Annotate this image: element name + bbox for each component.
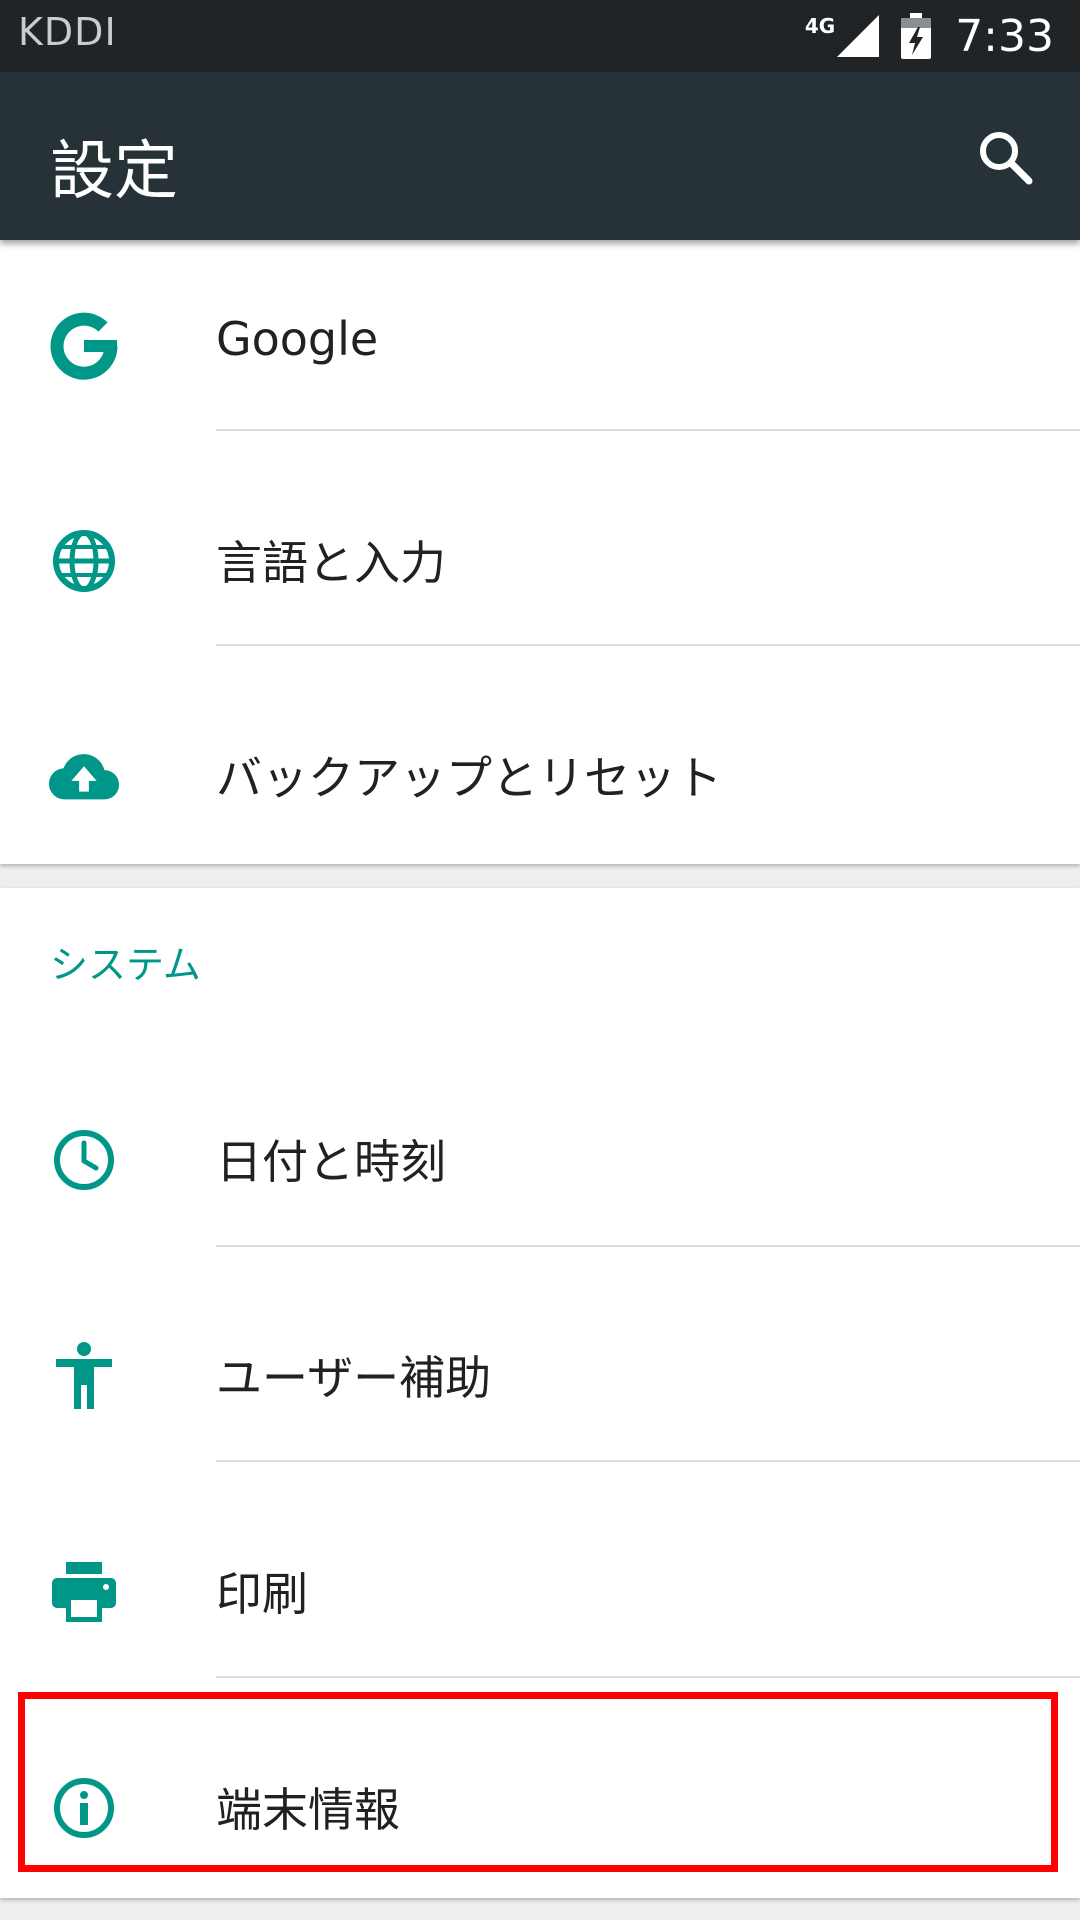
settings-item-printing[interactable]: 印刷 — [0, 1486, 1080, 1701]
page-title: 設定 — [50, 135, 178, 209]
clock-icon — [48, 1124, 120, 1196]
search-button[interactable] — [970, 122, 1040, 192]
settings-item-label: 印刷 — [216, 1567, 308, 1621]
print-icon — [48, 1556, 120, 1628]
divider — [216, 429, 1080, 431]
divider — [216, 1676, 1080, 1678]
settings-item-date-time[interactable]: 日付と時刻 — [0, 1054, 1080, 1269]
cloud-upload-icon — [48, 740, 120, 812]
divider — [216, 1245, 1080, 1247]
highlight-box — [18, 1692, 1058, 1872]
network-type: 4G — [804, 14, 836, 38]
settings-item-label: 言語と入力 — [216, 536, 446, 590]
settings-item-label: バックアップとリセット — [216, 751, 722, 805]
app-bar: 設定 — [0, 72, 1080, 240]
carrier-name: KDDI — [18, 10, 117, 54]
divider — [216, 644, 1080, 646]
settings-item-language-input[interactable]: 言語と入力 — [0, 455, 1080, 670]
signal-icon — [837, 15, 880, 57]
section-header-system: システム — [50, 943, 201, 987]
accessibility-icon — [48, 1340, 120, 1412]
status-bar: KDDI 4G 7:33 — [0, 0, 1080, 72]
clock-time: 7:33 — [955, 10, 1054, 62]
settings-item-label: 日付と時刻 — [216, 1135, 446, 1189]
search-icon — [980, 132, 1033, 185]
divider — [216, 1460, 1080, 1462]
google-icon — [48, 310, 120, 382]
globe-icon — [48, 525, 120, 597]
settings-item-accessibility[interactable]: ユーザー補助 — [0, 1270, 1080, 1485]
settings-card-personal: Google 言語と入力 バックアップとリセット — [0, 240, 1080, 864]
battery-charging-icon — [901, 13, 932, 59]
status-icons: 4G 7:33 — [805, 8, 1054, 64]
settings-item-google[interactable]: Google — [0, 240, 1080, 455]
settings-item-label: Google — [216, 312, 379, 366]
settings-item-backup-reset[interactable]: バックアップとリセット — [0, 670, 1080, 885]
settings-item-label: ユーザー補助 — [216, 1351, 492, 1405]
